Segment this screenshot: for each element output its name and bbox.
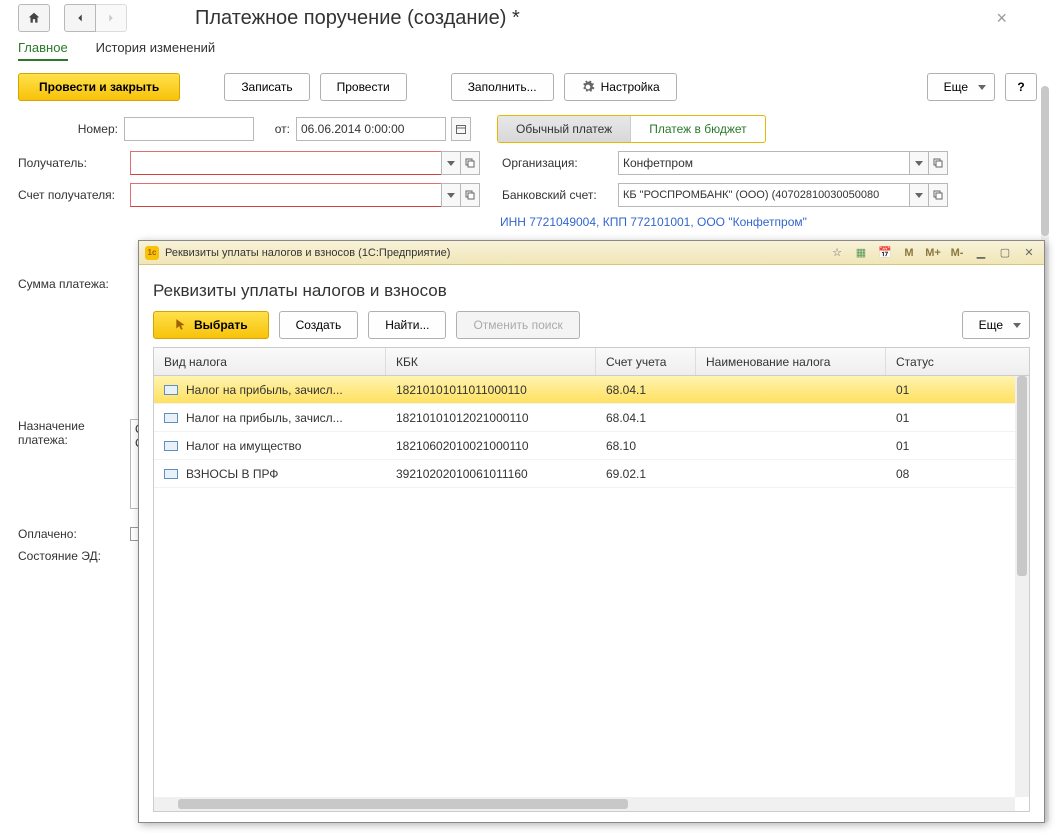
- org-field[interactable]: Конфетпром: [618, 151, 910, 175]
- forward-button[interactable]: [95, 4, 127, 32]
- table-row[interactable]: Налог на имущество 18210602010021000110 …: [154, 432, 1029, 460]
- org-label: Организация:: [502, 156, 612, 170]
- cancel-search-button: Отменить поиск: [456, 311, 579, 339]
- close-modal-icon[interactable]: ✕: [1020, 244, 1038, 262]
- settings-button[interactable]: Настройка: [564, 73, 677, 101]
- select-button[interactable]: Выбрать: [153, 311, 269, 339]
- purpose-label-1: Назначение: [18, 419, 124, 433]
- fill-button[interactable]: Заполнить...: [451, 73, 554, 101]
- more-button-modal[interactable]: Еще: [962, 311, 1030, 339]
- table-row[interactable]: Налог на прибыль, зачисл... 182101010110…: [154, 376, 1029, 404]
- rec-account-open-icon[interactable]: [460, 183, 480, 207]
- calc-icon[interactable]: ▦: [852, 244, 870, 262]
- record-icon: [164, 385, 178, 395]
- create-button[interactable]: Создать: [279, 311, 359, 339]
- number-label: Номер:: [18, 122, 118, 136]
- inn-link[interactable]: ИНН 7721049004, КПП 772101001, ООО "Конф…: [500, 215, 807, 229]
- fav-icon[interactable]: ☆: [828, 244, 846, 262]
- paid-label: Оплачено:: [18, 527, 124, 541]
- recipient-open-icon[interactable]: [460, 151, 480, 175]
- recipient-dropdown[interactable]: [441, 151, 461, 175]
- payment-type-segment: Обычный платеж Платеж в бюджет: [497, 115, 766, 143]
- post-and-close-button[interactable]: Провести и закрыть: [18, 73, 180, 101]
- gear-icon: [581, 80, 595, 94]
- m-plus-icon[interactable]: M+: [924, 244, 942, 262]
- purpose-label-2: платежа:: [18, 433, 124, 447]
- recipient-field[interactable]: [130, 151, 442, 175]
- calendar-icon[interactable]: [451, 117, 471, 141]
- rec-account-dropdown[interactable]: [441, 183, 461, 207]
- page-title: Платежное поручение (создание) *: [195, 7, 520, 30]
- date-field[interactable]: 06.06.2014 0:00:00: [296, 117, 446, 141]
- save-button[interactable]: Записать: [224, 73, 309, 101]
- recipient-label: Получатель:: [18, 156, 124, 170]
- seg-regular[interactable]: Обычный платеж: [498, 116, 631, 142]
- app-1c-icon: 1c: [145, 246, 159, 260]
- col-account[interactable]: Счет учета: [596, 348, 696, 375]
- table-scrollbar-v[interactable]: [1015, 376, 1029, 797]
- more-button-main[interactable]: Еще: [927, 73, 995, 101]
- table-row[interactable]: Налог на прибыль, зачисл... 182101010120…: [154, 404, 1029, 432]
- col-status[interactable]: Статус: [886, 348, 986, 375]
- minimize-icon[interactable]: ▁: [972, 244, 990, 262]
- ed-state-label: Состояние ЭД:: [18, 549, 124, 563]
- table-scrollbar-h[interactable]: [154, 797, 1015, 811]
- close-icon[interactable]: ×: [996, 8, 1007, 29]
- table-row[interactable]: ВЗНОСЫ В ПРФ 39210202010061011160 69.02.…: [154, 460, 1029, 488]
- find-button[interactable]: Найти...: [368, 311, 446, 339]
- tax-details-dialog: 1c Реквизиты уплаты налогов и взносов (1…: [138, 240, 1045, 823]
- m-icon[interactable]: M: [900, 244, 918, 262]
- calendar-toolbar-icon[interactable]: 📅: [876, 244, 894, 262]
- help-button[interactable]: ?: [1005, 73, 1037, 101]
- modal-heading: Реквизиты уплаты налогов и взносов: [153, 281, 1030, 301]
- org-open-icon[interactable]: [928, 151, 948, 175]
- bank-acc-open-icon[interactable]: [928, 183, 948, 207]
- record-icon: [164, 441, 178, 451]
- seg-budget[interactable]: Платеж в бюджет: [631, 116, 764, 142]
- bank-acc-dropdown[interactable]: [909, 183, 929, 207]
- bank-acc-field[interactable]: КБ "РОСПРОМБАНК" (ООО) (4070281003005008…: [618, 183, 910, 207]
- tab-history[interactable]: История изменений: [96, 40, 216, 61]
- maximize-icon[interactable]: ▢: [996, 244, 1014, 262]
- home-button[interactable]: [18, 4, 50, 32]
- back-button[interactable]: [64, 4, 96, 32]
- sum-label: Сумма платежа:: [18, 277, 124, 291]
- record-icon: [164, 469, 178, 479]
- tab-main[interactable]: Главное: [18, 40, 68, 61]
- post-button[interactable]: Провести: [320, 73, 407, 101]
- from-label: от:: [260, 122, 290, 136]
- col-tax-name[interactable]: Наименование налога: [696, 348, 886, 375]
- rec-account-field[interactable]: [130, 183, 442, 207]
- bank-acc-label: Банковский счет:: [502, 188, 612, 202]
- m-minus-icon[interactable]: M-: [948, 244, 966, 262]
- modal-title-text: Реквизиты уплаты налогов и взносов (1С:П…: [165, 247, 450, 259]
- cursor-icon: [174, 318, 188, 332]
- tax-table: Вид налога КБК Счет учета Наименование н…: [153, 347, 1030, 812]
- col-kbk[interactable]: КБК: [386, 348, 596, 375]
- record-icon: [164, 413, 178, 423]
- col-tax-type[interactable]: Вид налога: [154, 348, 386, 375]
- number-field[interactable]: [124, 117, 254, 141]
- rec-account-label: Счет получателя:: [18, 188, 124, 202]
- org-dropdown[interactable]: [909, 151, 929, 175]
